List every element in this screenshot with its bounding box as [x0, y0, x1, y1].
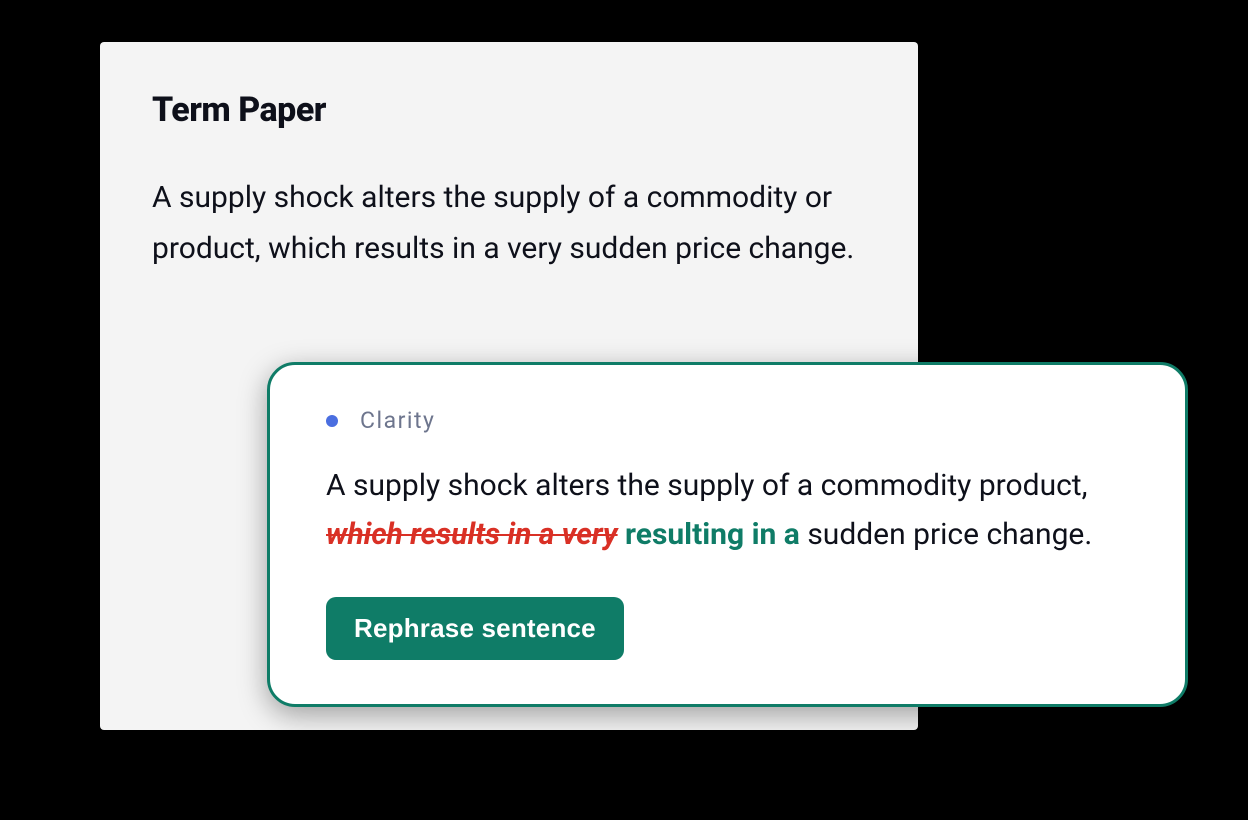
suggestion-header: Clarity — [326, 407, 1129, 434]
suggestion-text: A supply shock alters the supply of a co… — [326, 462, 1129, 559]
suggestion-insert-text: resulting in a — [618, 517, 800, 552]
suggestion-text-after: sudden price change. — [800, 517, 1092, 552]
document-title: Term Paper — [152, 90, 866, 130]
category-dot-icon — [326, 415, 338, 427]
rephrase-button[interactable]: Rephrase sentence — [326, 597, 624, 660]
document-body[interactable]: A supply shock alters the supply of a co… — [152, 172, 866, 274]
suggestion-text-before: A supply shock alters the supply of a co… — [326, 468, 1088, 503]
suggestion-category-label: Clarity — [360, 407, 435, 434]
suggestion-card[interactable]: Clarity A supply shock alters the supply… — [267, 362, 1188, 707]
suggestion-strike-text: which results in a very — [326, 517, 618, 552]
